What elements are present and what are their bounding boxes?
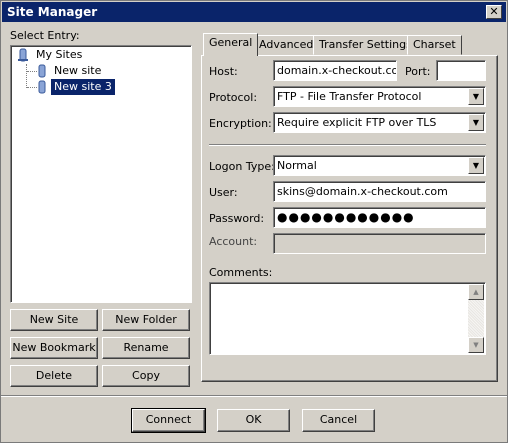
- encryption-value: Require explicit FTP over TLS: [277, 116, 437, 129]
- rename-button[interactable]: Rename: [102, 337, 190, 359]
- tree-item-new-site-3[interactable]: New site 3: [51, 79, 115, 95]
- new-bookmark-button[interactable]: New Bookmark: [10, 337, 98, 359]
- account-input: [273, 233, 486, 254]
- tab-transfer-settings[interactable]: Transfer Settings: [313, 35, 418, 55]
- comments-textarea[interactable]: ▲ ▼: [209, 282, 486, 355]
- window-title: Site Manager: [7, 5, 98, 19]
- protocol-select[interactable]: FTP - File Transfer Protocol ▼: [273, 86, 486, 107]
- cancel-button[interactable]: Cancel: [302, 409, 375, 432]
- separator: [209, 144, 486, 146]
- comments-label: Comments:: [209, 266, 273, 279]
- encryption-select[interactable]: Require explicit FTP over TLS ▼: [273, 112, 486, 133]
- logon-type-value: Normal: [277, 159, 317, 172]
- protocol-value: FTP - File Transfer Protocol: [277, 90, 422, 103]
- scroll-down-icon[interactable]: ▼: [468, 337, 484, 353]
- new-folder-button[interactable]: New Folder: [102, 309, 190, 331]
- tab-advanced[interactable]: Advanced: [253, 35, 320, 55]
- tab-charset[interactable]: Charset: [407, 35, 462, 55]
- site-icon: [38, 64, 46, 78]
- comments-scrollbar[interactable]: ▲ ▼: [468, 284, 484, 353]
- tree-connector: [27, 87, 37, 88]
- host-label: Host:: [209, 65, 238, 78]
- ok-button[interactable]: OK: [217, 409, 290, 432]
- tree-root-my-sites[interactable]: My Sites: [33, 47, 85, 63]
- tree-item-new-site[interactable]: New site: [51, 63, 104, 79]
- port-input[interactable]: [436, 60, 486, 81]
- encryption-label: Encryption:: [209, 117, 272, 130]
- site-manager-window: Site Manager ✕ Select Entry: My Sites Ne…: [0, 0, 508, 443]
- account-label: Account:: [209, 235, 258, 248]
- chevron-down-icon[interactable]: ▼: [468, 157, 484, 174]
- protocol-label: Protocol:: [209, 91, 258, 104]
- password-input[interactable]: ●●●●●●●●●●●●: [273, 207, 486, 228]
- delete-button[interactable]: Delete: [10, 365, 98, 387]
- user-input[interactable]: skins@domain.x-checkout.com: [273, 181, 486, 202]
- scroll-up-icon[interactable]: ▲: [468, 284, 484, 300]
- site-icon: [38, 80, 46, 94]
- chevron-down-icon[interactable]: ▼: [468, 114, 484, 131]
- tree-connector: [27, 71, 37, 72]
- tree-connector: [26, 64, 27, 88]
- new-site-button[interactable]: New Site: [10, 309, 98, 331]
- title-bar[interactable]: Site Manager ✕: [2, 2, 506, 22]
- close-icon[interactable]: ✕: [486, 5, 502, 19]
- logon-type-label: Logon Type:: [209, 160, 275, 173]
- chevron-down-icon[interactable]: ▼: [468, 88, 484, 105]
- select-entry-label: Select Entry:: [10, 29, 80, 42]
- connect-button[interactable]: Connect: [131, 408, 206, 433]
- copy-button[interactable]: Copy: [102, 365, 190, 387]
- user-label: User:: [209, 186, 238, 199]
- tab-general[interactable]: General: [203, 33, 259, 56]
- port-label: Port:: [405, 65, 431, 78]
- site-tree[interactable]: My Sites New site New site 3: [10, 45, 192, 303]
- host-input[interactable]: domain.x-checkout.com: [273, 60, 397, 81]
- footer-separator: [1, 395, 507, 397]
- logon-type-select[interactable]: Normal ▼: [273, 155, 486, 176]
- password-label: Password:: [209, 212, 265, 225]
